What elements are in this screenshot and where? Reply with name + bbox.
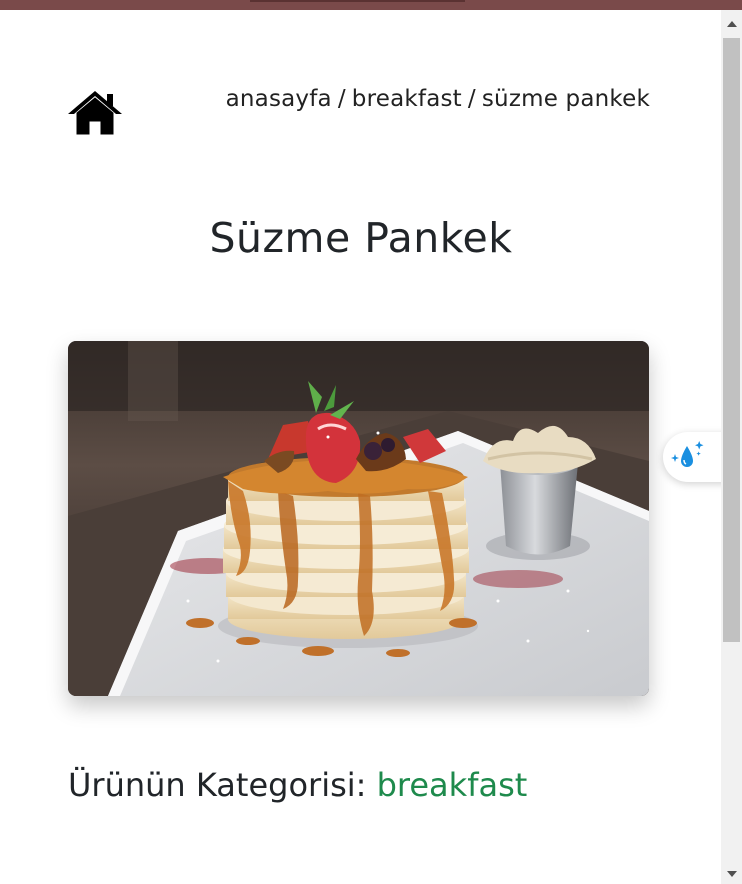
browser-top-bar	[0, 0, 742, 10]
scroll-up-arrow[interactable]	[721, 16, 742, 33]
browser-tab-indicator	[250, 0, 465, 2]
pancake-stack-photo	[68, 341, 649, 696]
scrollbar-thumb[interactable]	[723, 38, 740, 642]
category-label: Ürünün Kategorisi:	[68, 766, 367, 804]
product-category: Ürünün Kategorisi: breakfast	[68, 766, 527, 804]
water-drop-sparkle-icon	[671, 441, 704, 467]
product-image	[68, 341, 649, 696]
breadcrumb-current: süzme pankek	[481, 86, 650, 112]
page-content: anasayfa / breakfast / süzme pankek Süzme Pa…	[0, 10, 722, 884]
breadcrumb: anasayfa / breakfast / süzme pankek	[226, 86, 650, 112]
home-link[interactable]	[66, 88, 124, 136]
breadcrumb-separator: /	[337, 86, 346, 112]
house-icon	[68, 91, 122, 135]
vertical-scrollbar[interactable]	[721, 10, 742, 884]
page-title: Süzme Pankek	[209, 214, 513, 262]
breadcrumb-category-link[interactable]: breakfast	[352, 86, 462, 112]
scroll-down-arrow[interactable]	[721, 866, 742, 883]
breadcrumb-home-link[interactable]: anasayfa	[226, 86, 332, 112]
breadcrumb-separator: /	[467, 86, 476, 112]
category-link[interactable]: breakfast	[377, 766, 528, 804]
